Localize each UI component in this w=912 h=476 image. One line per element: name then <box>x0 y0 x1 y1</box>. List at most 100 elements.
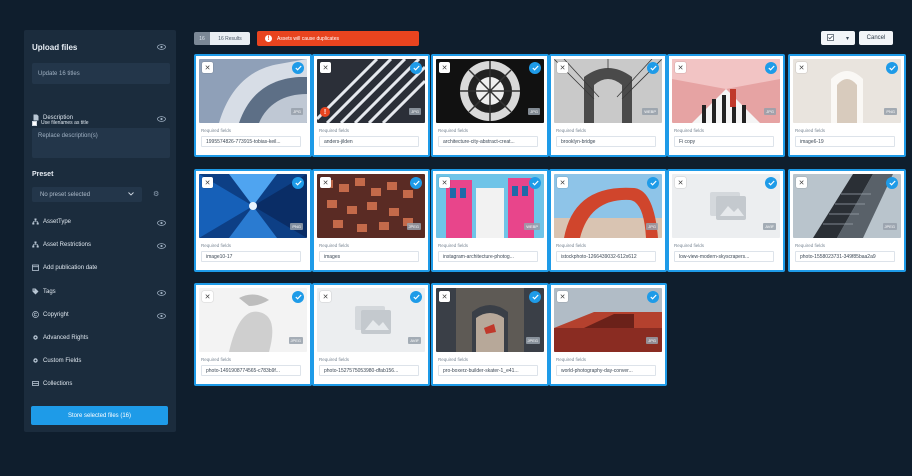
filename-input[interactable]: brooklyn-bridge <box>556 136 656 147</box>
check-icon[interactable] <box>886 177 898 189</box>
caret-down-icon[interactable]: ▾ <box>846 35 849 42</box>
check-icon[interactable] <box>292 62 304 74</box>
eye-icon[interactable] <box>157 313 166 319</box>
gear-icon <box>32 357 39 364</box>
check-icon[interactable] <box>765 62 777 74</box>
filename-input[interactable]: photo-1491908774565-c783b9f... <box>201 365 301 376</box>
close-icon[interactable]: ✕ <box>796 62 807 73</box>
close-icon[interactable]: ✕ <box>675 62 686 73</box>
filename-input[interactable]: 1995574826-773915-tobias-keil... <box>201 136 301 147</box>
check-icon[interactable] <box>647 177 659 189</box>
asset-card[interactable]: ✕ AVIF Required fields low-view-modern-skys… <box>667 169 785 272</box>
asset-card[interactable]: ✕ JPG Required fields architecture-city-abs… <box>431 54 549 157</box>
check-icon[interactable] <box>647 62 659 74</box>
asset-card[interactable]: ✕ JPEG Required fields images <box>312 169 430 272</box>
required-fields-label: Required fields <box>438 357 469 362</box>
count-chip[interactable]: 16 <box>194 32 210 45</box>
close-icon[interactable]: ✕ <box>320 62 331 73</box>
filename-input[interactable]: image6-19 <box>795 136 895 147</box>
sidebar-row-copyright[interactable]: Copyright <box>32 311 69 318</box>
close-icon[interactable]: ✕ <box>320 177 331 188</box>
preset-select-value: No preset selected <box>40 191 91 198</box>
check-icon[interactable] <box>292 291 304 303</box>
filename-input[interactable]: anders-jilden <box>319 136 419 147</box>
close-icon[interactable]: ✕ <box>439 62 450 73</box>
check-icon[interactable] <box>765 177 777 189</box>
check-icon[interactable] <box>410 62 422 74</box>
filename-input[interactable]: instagram-architecture-photog... <box>438 251 538 262</box>
cancel-button[interactable]: Cancel <box>859 31 893 45</box>
filename-input[interactable]: pro-boxerz-builder-skater-1_e41... <box>438 365 538 376</box>
select-all-dropdown[interactable]: ▾ <box>821 31 855 45</box>
asset-card[interactable]: ✕ JPG Required fields world-photography-day… <box>549 283 667 386</box>
format-badge: JPG <box>291 108 303 115</box>
sidebar-row-advanced-rights[interactable]: Advanced Rights <box>32 334 88 341</box>
filename-input[interactable]: image10-17 <box>201 251 301 262</box>
sidebar-row-tags[interactable]: Tags <box>32 288 56 295</box>
asset-card[interactable]: ✕ AVIF Required fields photo-1527575053980-… <box>312 283 430 386</box>
sidebar-row-add-publication-date[interactable]: Add publication date <box>32 264 97 271</box>
gear-icon[interactable]: ⚙ <box>153 190 159 198</box>
format-badge: JPEG <box>882 223 897 230</box>
close-icon[interactable]: ✕ <box>320 291 331 302</box>
close-icon[interactable]: ✕ <box>796 177 807 188</box>
filename-input[interactable]: photo-1558023731-349f85baa2a9 <box>795 251 895 262</box>
asset-card[interactable]: ✕ PNG Required fields image6-19 <box>788 54 906 157</box>
asset-card[interactable]: ✕ PNG Required fields image10-17 <box>194 169 312 272</box>
check-icon[interactable] <box>410 177 422 189</box>
close-icon[interactable]: ✕ <box>202 177 213 188</box>
hierarchy-icon <box>32 218 39 225</box>
filename-input[interactable]: low-view-modern-skyscrapers... <box>674 251 774 262</box>
sidebar-row-collections[interactable]: Collections <box>32 380 72 387</box>
close-icon[interactable]: ✕ <box>439 177 450 188</box>
filename-input[interactable]: Fi copy <box>674 136 774 147</box>
check-icon[interactable] <box>647 291 659 303</box>
asset-card[interactable]: ✕ JPEG Required fields photo-1558023731-349… <box>788 169 906 272</box>
filename-input[interactable]: world-photography-day-conver... <box>556 365 656 376</box>
filename-input[interactable]: architecture-city-abstract-creat... <box>438 136 538 147</box>
asset-card[interactable]: ✕ WEBP Required fields brooklyn-bridge <box>549 54 667 157</box>
filename-input[interactable]: images <box>319 251 419 262</box>
check-icon[interactable] <box>529 291 541 303</box>
close-icon[interactable]: ✕ <box>202 291 213 302</box>
eye-icon[interactable] <box>157 220 166 226</box>
store-selected-files-button[interactable]: Store selected files (16) <box>31 406 168 425</box>
filename-input[interactable]: photo-1527575053980-dfab156... <box>319 365 419 376</box>
asset-card[interactable]: ✕ JPG Required fields istockphoto-126643903… <box>549 169 667 272</box>
close-icon[interactable]: ✕ <box>202 62 213 73</box>
asset-card[interactable]: ✕ JPG Required fields 1995574826-773915-tob… <box>194 54 312 157</box>
title-input[interactable]: Update 16 titles <box>32 63 170 84</box>
check-icon[interactable] <box>886 62 898 74</box>
description-textarea[interactable]: Replace description(s) <box>32 128 170 158</box>
close-icon[interactable]: ✕ <box>557 177 568 188</box>
eye-icon[interactable] <box>157 290 166 296</box>
check-icon[interactable] <box>292 177 304 189</box>
close-icon[interactable]: ✕ <box>557 62 568 73</box>
asset-card[interactable]: ✕ WEBP Required fields instagram-architectu… <box>431 169 549 272</box>
eye-icon[interactable] <box>157 44 166 50</box>
asset-card[interactable]: ✕ JPEG Required fields pro-boxerz-builder-s… <box>431 283 549 386</box>
close-icon[interactable]: ✕ <box>557 291 568 302</box>
close-icon[interactable]: ✕ <box>675 177 686 188</box>
asset-card[interactable]: ✕! JPG Required fields anders-jilden <box>312 54 430 157</box>
sidebar-row-custom-fields[interactable]: Custom Fields <box>32 357 81 364</box>
checkbox-box[interactable] <box>32 120 37 126</box>
preset-select[interactable]: No preset selected <box>32 187 142 202</box>
sidebar-row-assettype[interactable]: AssetType <box>32 218 71 225</box>
results-chip[interactable]: 16 Results <box>210 32 250 45</box>
eye-icon[interactable] <box>157 116 166 122</box>
checkbox-checked-icon[interactable] <box>827 33 834 43</box>
check-icon[interactable] <box>529 177 541 189</box>
format-badge: AVIF <box>408 337 421 344</box>
eye-icon[interactable] <box>157 243 166 249</box>
check-icon[interactable] <box>410 291 422 303</box>
asset-card[interactable]: ✕ JPEG Required fields photo-1491908774565-… <box>194 283 312 386</box>
close-icon[interactable]: ✕ <box>439 291 450 302</box>
asset-card[interactable]: ✕ JPG Required fields Fi copy <box>667 54 785 157</box>
sidebar-row-label: Collections <box>43 380 73 387</box>
filename-input[interactable]: istockphoto-1266439032-612x612 <box>556 251 656 262</box>
format-badge: PNG <box>884 108 897 115</box>
sidebar-row-asset-restrictions[interactable]: Asset Restrictions <box>32 241 91 248</box>
check-icon[interactable] <box>529 62 541 74</box>
preset-title: Preset <box>32 171 54 178</box>
